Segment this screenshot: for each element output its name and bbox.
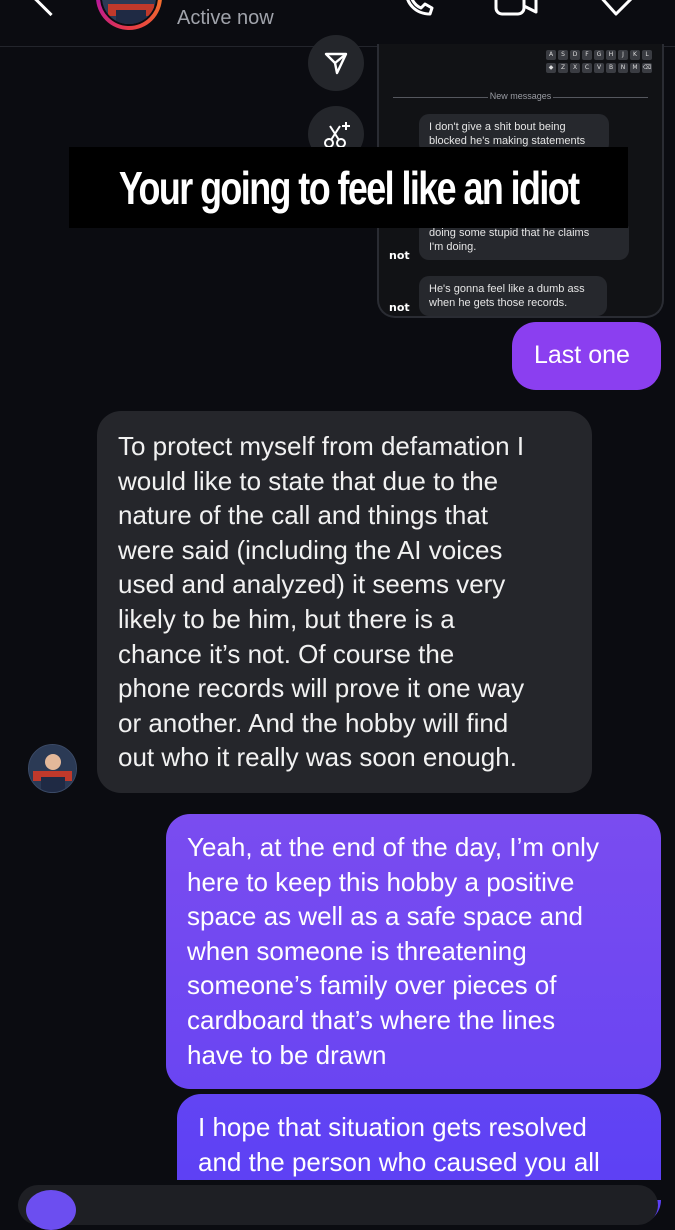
mini-key: ⌫ bbox=[642, 63, 652, 73]
mini-key: L bbox=[642, 50, 652, 60]
overlay-caption-text: Your going to feel like an idiot bbox=[118, 161, 580, 214]
mini-keyboard: ASDFGHJKL ◆ Z X C V B N M ⌫ bbox=[546, 50, 652, 76]
back-chevron-icon[interactable] bbox=[32, 0, 69, 17]
info-icon[interactable] bbox=[594, 0, 640, 25]
message-input[interactable] bbox=[18, 1185, 658, 1225]
embedded-avatar: not bbox=[389, 301, 410, 314]
mini-key: J bbox=[618, 50, 628, 60]
active-status: Active now bbox=[177, 7, 274, 29]
mini-key: X bbox=[570, 63, 580, 73]
embedded-message: He's gonna feel like a dumb ass when he … bbox=[419, 276, 607, 316]
camera-button[interactable] bbox=[26, 1190, 76, 1230]
overlay-caption: Your going to feel like an idiot bbox=[69, 147, 628, 228]
sender-avatar-image bbox=[29, 745, 76, 792]
contact-avatar-image bbox=[100, 0, 158, 26]
sent-message[interactable]: Yeah, at the end of the day, I’m only he… bbox=[166, 814, 661, 1089]
share-button[interactable] bbox=[308, 35, 364, 91]
sent-message-last-one[interactable]: Last one bbox=[512, 322, 661, 390]
contact-avatar[interactable] bbox=[96, 0, 162, 30]
mini-key: A bbox=[546, 50, 556, 60]
mini-key: Z bbox=[558, 63, 568, 73]
mini-key: K bbox=[630, 50, 640, 60]
sender-avatar[interactable] bbox=[28, 744, 77, 793]
phone-call-icon[interactable] bbox=[398, 0, 438, 25]
mini-key: H bbox=[606, 50, 616, 60]
mini-key: G bbox=[594, 50, 604, 60]
scissors-sparkle-icon bbox=[324, 122, 350, 148]
mini-key: M bbox=[630, 63, 640, 73]
mini-key: D bbox=[570, 50, 580, 60]
embedded-avatar: not bbox=[389, 249, 410, 262]
video-call-icon[interactable] bbox=[494, 0, 540, 25]
mini-key: F bbox=[582, 50, 592, 60]
mini-key: S bbox=[558, 50, 568, 60]
received-message[interactable]: To protect myself from defamation I woul… bbox=[97, 411, 592, 793]
mini-key: B bbox=[606, 63, 616, 73]
mini-key: N bbox=[618, 63, 628, 73]
new-messages-divider: New messages bbox=[393, 90, 648, 104]
mini-key: V bbox=[594, 63, 604, 73]
send-icon bbox=[324, 52, 348, 75]
mini-key: C bbox=[582, 63, 592, 73]
mini-key: ◆ bbox=[546, 63, 556, 73]
